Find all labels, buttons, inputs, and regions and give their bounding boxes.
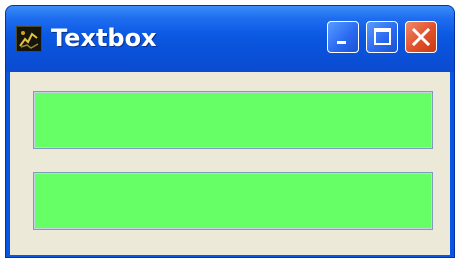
textbox-2[interactable] (33, 172, 433, 230)
app-icon[interactable] (16, 26, 42, 52)
window-title: Textbox (51, 24, 157, 52)
title-bar[interactable]: Textbox (6, 6, 454, 72)
client-area (10, 72, 450, 255)
app-window: Textbox (5, 5, 455, 258)
close-icon (411, 27, 431, 47)
maximize-button[interactable] (366, 21, 398, 53)
minimize-icon (337, 41, 346, 44)
minimize-button[interactable] (327, 21, 359, 53)
textbox-1[interactable] (33, 91, 433, 149)
close-button[interactable] (405, 21, 437, 53)
maximize-icon (374, 28, 391, 45)
